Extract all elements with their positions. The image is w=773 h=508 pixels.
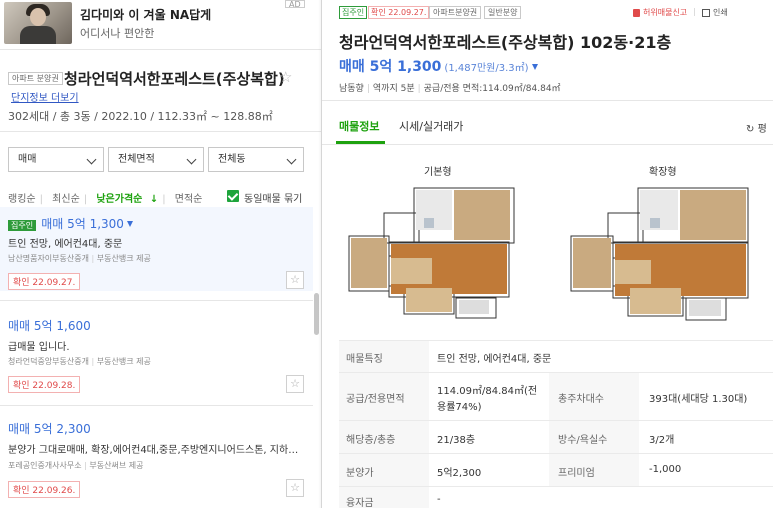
price-down-icon xyxy=(531,64,538,70)
spec-key: 해당층/총층 xyxy=(346,435,396,446)
ad-badge: AD xyxy=(285,0,305,8)
chevron-down-icon xyxy=(286,154,297,165)
floorplan-basic-image[interactable] xyxy=(344,178,524,328)
detail-price: 매매 5억 1,300 (1,487만원/3.3㎡) xyxy=(339,56,538,76)
spec-key: 방수/욕실수 xyxy=(558,435,608,446)
listing-panel: 김다미와 이 겨울 NA답게 어디서나 편안한 AD 아파트 분양권 청라언덕역… xyxy=(0,0,321,508)
favorite-star-icon[interactable]: ☆ xyxy=(286,375,304,393)
print-icon xyxy=(702,8,710,17)
spec-value: 3/2개 xyxy=(649,435,675,446)
owner-tag: 집주인 xyxy=(8,220,37,231)
type-tag: 아파트분양권 xyxy=(429,6,482,19)
listing-agent: 청라언덕중앙부동산중개 | 부동산뱅크 제공 xyxy=(8,357,151,366)
complex-type-tag: 아파트 분양권 xyxy=(8,72,63,85)
spec-row-divider xyxy=(339,453,773,454)
detail-title: 청라언덕역서한포레스트(주상복합) 102동·21층 xyxy=(339,33,672,52)
sort-area[interactable]: 면적순 xyxy=(175,194,203,205)
listing-price: 매매 5억 1,300 xyxy=(41,217,124,231)
spec-value-cont: 용률74%) xyxy=(437,402,482,413)
same-listing-label[interactable]: 동일매물 묶기 xyxy=(244,190,302,205)
sort-ranking[interactable]: 랭킹순 xyxy=(8,194,36,205)
building-select[interactable]: 전체동 xyxy=(208,147,304,172)
spec-row-divider xyxy=(339,486,773,487)
listing-desc: 분양가 그대로매매, 확장,에어컨4대,중문,주방엔지니어드스톤, 지하… xyxy=(8,445,299,456)
chevron-down-icon xyxy=(86,154,97,165)
area-value: 전체면적 xyxy=(118,154,155,165)
spec-row-divider xyxy=(339,420,773,421)
spec-key: 공급/전용면적 xyxy=(346,394,405,405)
detail-meta: 남동향 | 역까지 5분 | 공급/전용 면적:114.09㎡/84.84㎡ xyxy=(339,84,561,94)
detail-panel: 집주인 확인 22.09.27. 아파트분양권 일반분양 허위매물신고 | 인쇄… xyxy=(322,0,773,508)
favorite-star-icon[interactable]: ☆ xyxy=(286,271,304,289)
spec-row-divider xyxy=(339,340,773,341)
complex-name: 청라언덕역서한포레스트(주상복합) xyxy=(64,70,285,88)
listing-date-badge: 확인 22.09.26. xyxy=(8,481,81,498)
listing-desc: 트인 전망, 에어컨4대, 중문 xyxy=(8,239,123,250)
building-value: 전체동 xyxy=(218,154,246,165)
divider xyxy=(0,405,313,406)
ad-subtitle: 어디서나 편안한 xyxy=(80,27,155,40)
listing-price[interactable]: 매매 5억 2,300 xyxy=(8,420,91,437)
chevron-down-icon xyxy=(186,154,197,165)
divider xyxy=(0,131,321,132)
spec-value: 트인 전망, 에어컨4대, 중문 xyxy=(437,354,552,365)
spec-value: 114.09㎡/84.84㎡(전 xyxy=(437,386,538,397)
floorplan-label-expanded: 확장형 xyxy=(649,167,677,178)
print-button[interactable]: 인쇄 xyxy=(702,7,728,18)
confirm-date-tag: 확인 22.09.27. xyxy=(368,6,430,19)
price-down-icon xyxy=(126,220,133,227)
spec-key: 매물특징 xyxy=(346,354,383,365)
spec-row-divider xyxy=(339,372,773,373)
tab-listing-info[interactable]: 매물정보 xyxy=(339,118,379,134)
unit-toggle[interactable]: ↻ 평 xyxy=(746,120,767,135)
sort-latest[interactable]: 최신순 xyxy=(52,194,80,205)
refresh-icon: ↻ xyxy=(746,124,755,135)
listing-agent: 포레공인중개사사무소 | 부동산써브 제공 xyxy=(8,461,144,470)
listing-price[interactable]: 매매 5억 1,600 xyxy=(8,317,91,334)
spec-value: 393대(세대당 1.30대) xyxy=(649,394,748,405)
owner-tag: 집주인 xyxy=(339,6,368,19)
price-per-area: (1,487만원/3.3㎡) xyxy=(444,63,529,74)
tab-price-history[interactable]: 시세/실거래가 xyxy=(399,118,463,134)
sort-low-price[interactable]: 낮은가격순 ↓ xyxy=(96,194,158,205)
report-button[interactable]: 허위매물신고 xyxy=(633,7,687,18)
divider xyxy=(0,300,313,301)
spec-value: 5억2,300 xyxy=(437,468,482,479)
tab-divider xyxy=(322,144,773,145)
floorplan-expanded-image[interactable] xyxy=(568,178,758,328)
favorite-star-icon[interactable]: ☆ xyxy=(279,70,292,85)
divider xyxy=(322,100,773,101)
list-item[interactable]: 집주인 매매 5억 1,300 xyxy=(8,213,133,232)
listing-date-badge: 확인 22.09.27. xyxy=(8,273,81,290)
complex-info-link[interactable]: 단지정보 더보기 xyxy=(11,89,79,104)
siren-icon xyxy=(633,8,640,17)
trade-type-value: 매매 xyxy=(18,154,37,165)
divider xyxy=(0,49,321,50)
floorplan-label-basic: 기본형 xyxy=(424,167,452,178)
ad-image[interactable] xyxy=(4,2,72,44)
sale-type-tag: 일반분양 xyxy=(484,6,522,19)
listing-desc: 급매물 입니다. xyxy=(8,342,70,353)
spec-value: - xyxy=(437,494,441,505)
spec-key-bg xyxy=(339,340,429,508)
spec-key: 융자금 xyxy=(346,498,374,508)
ad-title[interactable]: 김다미와 이 겨울 NA답게 xyxy=(80,6,211,23)
listing-agent: 남산명품자이부동산중개 | 부동산뱅크 제공 xyxy=(8,254,151,263)
spec-key: 분양가 xyxy=(346,468,374,479)
listing-date-badge: 확인 22.09.28. xyxy=(8,376,81,393)
trade-type-select[interactable]: 매매 xyxy=(8,147,104,172)
complex-summary: 302세대 / 총 3동 / 2022.10 / 112.33㎡ ~ 128.8… xyxy=(8,110,273,123)
favorite-star-icon[interactable]: ☆ xyxy=(286,479,304,497)
same-listing-checkbox[interactable] xyxy=(227,190,239,202)
spec-value: 21/38층 xyxy=(437,435,476,446)
area-select[interactable]: 전체면적 xyxy=(108,147,204,172)
spec-value: -1,000 xyxy=(649,464,682,475)
sort-bar: 랭킹순 | 최신순 | 낮은가격순 ↓ | 면적순 xyxy=(8,194,203,205)
spec-key: 총주차대수 xyxy=(558,394,604,405)
spec-key: 프리미엄 xyxy=(558,468,595,479)
